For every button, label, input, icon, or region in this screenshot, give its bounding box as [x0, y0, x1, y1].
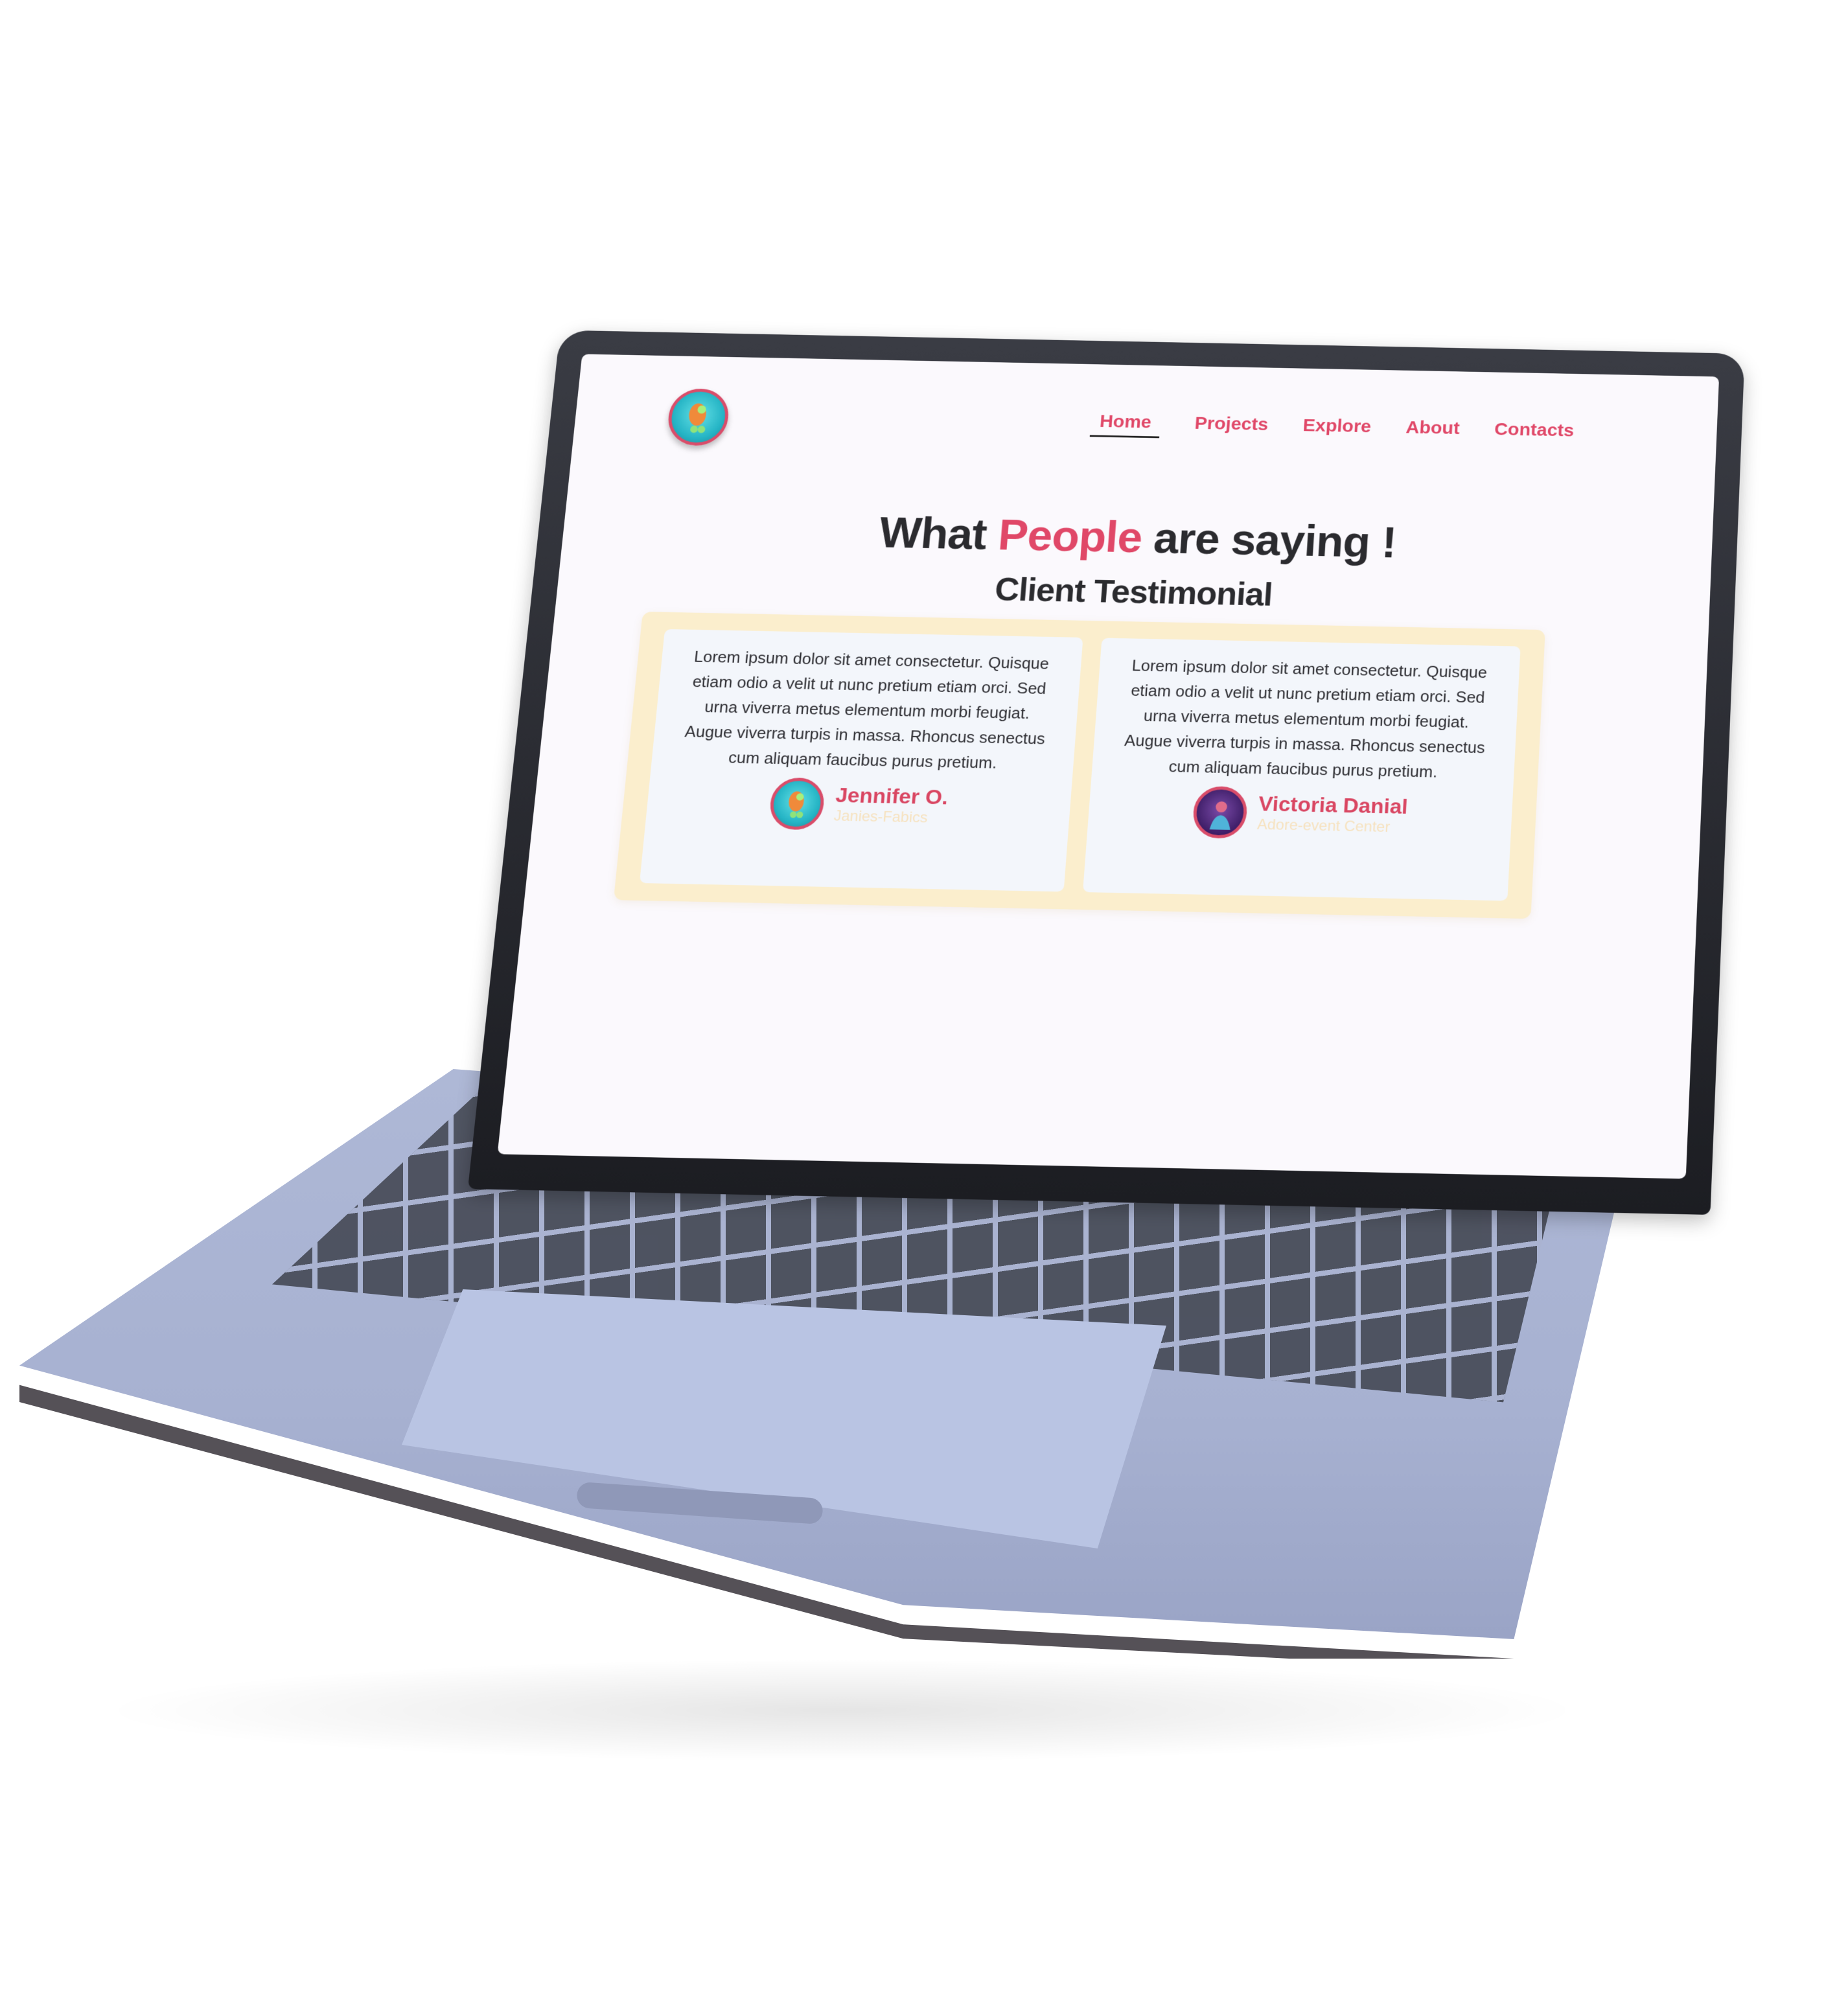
robot-avatar-icon	[771, 781, 822, 827]
main-nav: Home Projects Explore About Contacts	[1090, 411, 1575, 446]
testimonial-text: Lorem ipsum dolor sit amet consectetur. …	[1116, 653, 1494, 786]
robot-logo-icon	[669, 391, 728, 443]
section-heading: What People are saying !	[561, 502, 1713, 574]
author-name: Victoria Danial	[1258, 792, 1409, 819]
person-avatar-icon	[1195, 789, 1245, 836]
heading-part1: What	[877, 509, 1000, 559]
avatar	[1192, 786, 1249, 839]
testimonial-author: Victoria Danial Adore-event Center	[1192, 786, 1409, 842]
author-company: Adore-event Center	[1256, 816, 1407, 837]
website-screen: Home Projects Explore About Contacts Wha…	[498, 354, 1719, 1179]
author-company: Janies-Fabics	[833, 807, 947, 828]
testimonial-text: Lorem ipsum dolor sit amet consectetur. …	[676, 644, 1057, 777]
laptop-lid: Home Projects Explore About Contacts Wha…	[468, 330, 1745, 1215]
nav-home[interactable]: Home	[1090, 411, 1161, 438]
author-name: Jennifer O.	[835, 783, 949, 809]
heading-part2: are saying !	[1140, 514, 1398, 567]
site-logo[interactable]	[666, 388, 731, 446]
nav-about[interactable]: About	[1405, 418, 1460, 444]
testimonial-card: Lorem ipsum dolor sit amet consectetur. …	[640, 629, 1083, 891]
avatar	[768, 777, 826, 831]
nav-contacts[interactable]: Contacts	[1494, 419, 1575, 446]
testimonial-author: Jennifer O. Janies-Fabics	[768, 777, 949, 833]
heading-accent: People	[997, 511, 1144, 562]
nav-projects[interactable]: Projects	[1194, 413, 1269, 441]
testimonial-card: Lorem ipsum dolor sit amet consectetur. …	[1083, 638, 1521, 901]
laptop-shadow	[97, 1659, 1588, 1762]
testimonials-container: Lorem ipsum dolor sit amet consectetur. …	[614, 612, 1545, 919]
nav-explore[interactable]: Explore	[1302, 415, 1372, 442]
